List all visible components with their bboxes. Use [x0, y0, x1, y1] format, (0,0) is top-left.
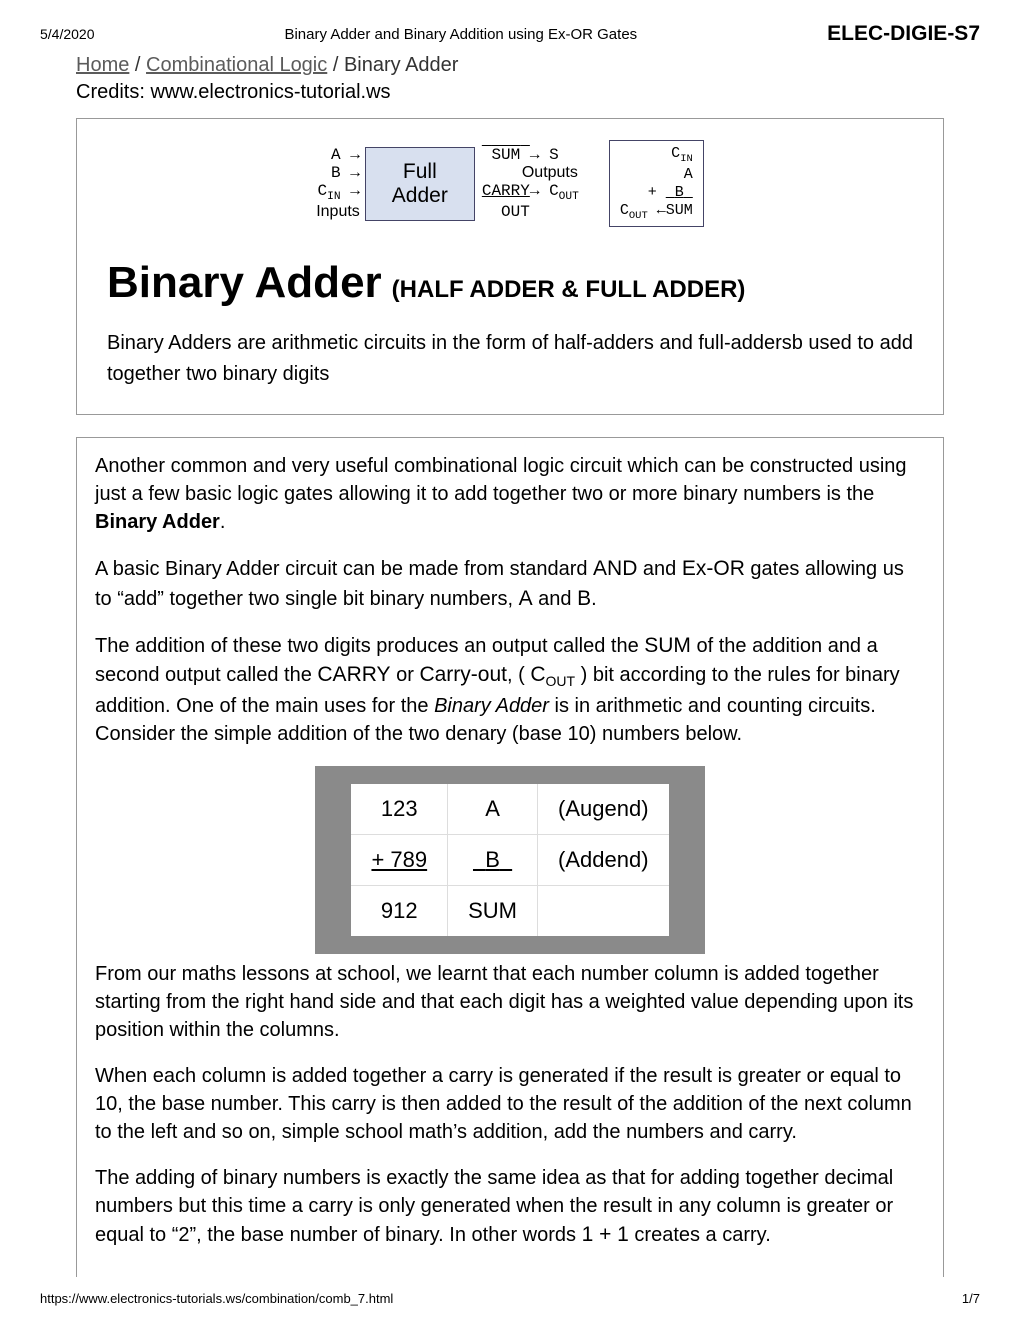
addition-notation: CIN A + B COUT ←SUM — [609, 140, 704, 227]
title-sub: (HALF ADDER & FULL ADDER) — [392, 276, 746, 304]
breadcrumb-current: Binary Adder — [344, 54, 459, 76]
intro-panel: A → B → CIN → Inputs Full Adder — [76, 118, 944, 415]
page-header: 5/4/2020 Binary Adder and Binary Additio… — [40, 22, 980, 46]
credits-line: Credits: www.electronics-tutorial.ws — [76, 81, 980, 104]
body-panel: Another common and very useful combinati… — [76, 437, 944, 1277]
table-row: 123 A (Augend) — [351, 784, 668, 835]
page-footer: https://www.electronics-tutorials.ws/com… — [40, 1291, 980, 1306]
header-title: Binary Adder and Binary Addition using E… — [284, 26, 637, 43]
paragraph: Another common and very useful combinati… — [95, 452, 925, 536]
paragraph: From our maths lessons at school, we lea… — [95, 960, 925, 1044]
table-row: 912 SUM — [351, 885, 668, 936]
breadcrumb-home[interactable]: Home — [76, 54, 129, 76]
table-row: + 789 B (Addend) — [351, 834, 668, 885]
breadcrumb-section[interactable]: Combinational Logic — [146, 54, 327, 76]
print-date: 5/4/2020 — [40, 26, 95, 42]
paragraph: The addition of these two digits produce… — [95, 631, 925, 748]
intro-text: Binary Adders are arithmetic circuits in… — [107, 328, 913, 390]
full-adder-diagram: A → B → CIN → Inputs Full Adder — [315, 139, 705, 228]
breadcrumb: Home / Combinational Logic / Binary Adde… — [76, 54, 980, 77]
footer-url: https://www.electronics-tutorials.ws/com… — [40, 1291, 393, 1306]
denary-addition-figure: 123 A (Augend) + 789 B (Addend) 912 SUM — [95, 766, 925, 954]
title-main: Binary Adder — [107, 258, 382, 308]
paragraph: A basic Binary Adder circuit can be made… — [95, 554, 925, 613]
paragraph: The adding of binary numbers is exactly … — [95, 1164, 925, 1249]
footer-page: 1/7 — [962, 1291, 980, 1306]
paragraph: When each column is added together a car… — [95, 1062, 925, 1146]
adder-block: Full Adder — [365, 147, 475, 221]
doc-code: ELEC-DIGIE-S7 — [827, 22, 980, 46]
page-title: Binary Adder (HALF ADDER & FULL ADDER) — [107, 258, 913, 308]
